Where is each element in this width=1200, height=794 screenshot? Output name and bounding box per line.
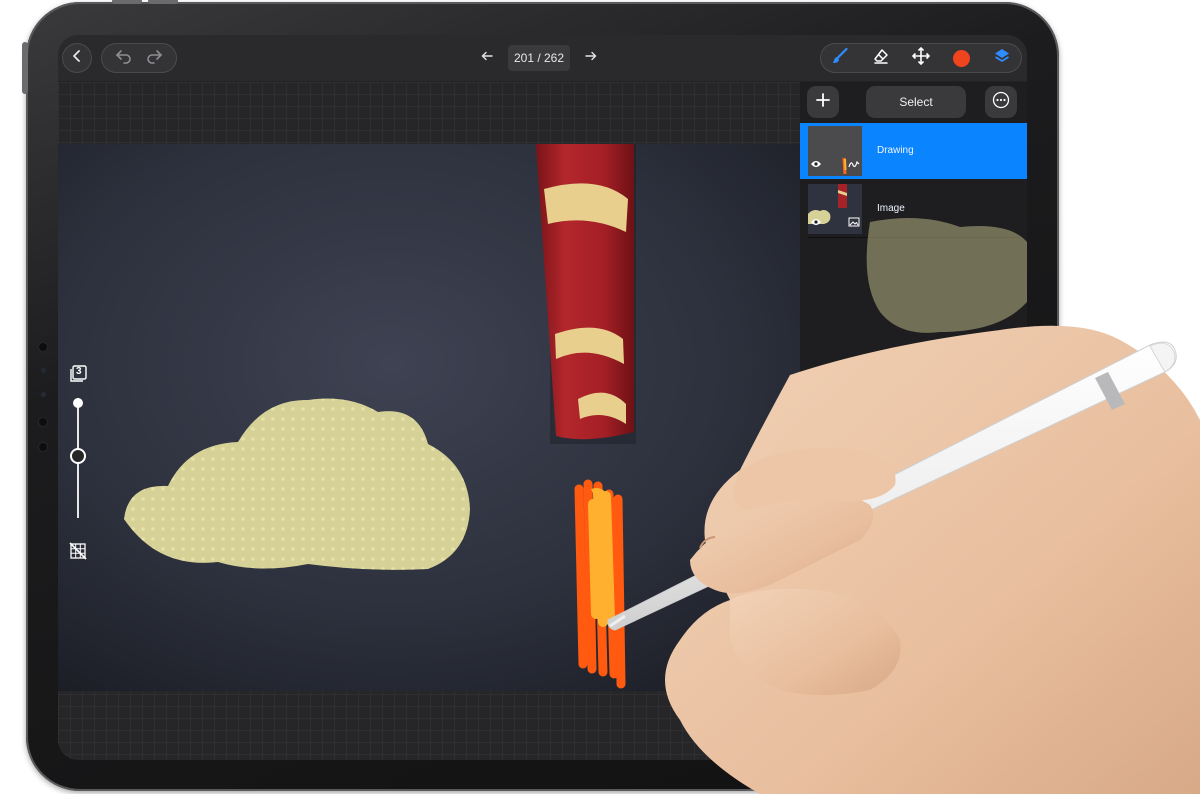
side-toolbar: 3: [58, 364, 94, 564]
canvas-workspace[interactable]: 3: [58, 82, 800, 760]
slider-thumb[interactable]: [70, 448, 86, 464]
camera-dot: [38, 342, 48, 352]
redo-button[interactable]: [139, 43, 169, 73]
previous-page-button[interactable]: [474, 45, 500, 71]
side-button: [22, 42, 28, 94]
brush-tool-button[interactable]: [825, 43, 855, 73]
undo-button[interactable]: [109, 43, 139, 73]
grid-off-icon: [69, 542, 87, 564]
layers-panel-header: Select: [800, 82, 1027, 122]
top-button: [112, 0, 142, 4]
artwork-image: [58, 144, 800, 691]
camera-dot: [38, 442, 48, 452]
canvas-artwork[interactable]: [58, 144, 800, 691]
more-options-button[interactable]: [985, 86, 1017, 118]
select-button[interactable]: Select: [866, 86, 966, 118]
brush-size-slider[interactable]: [70, 398, 86, 518]
brush-icon: [831, 47, 849, 70]
layer-row-drawing[interactable]: Drawing: [800, 123, 1027, 179]
ellipsis-circle-icon: [992, 91, 1010, 114]
layer-name: Drawing: [877, 145, 914, 156]
sensor-dot: [41, 368, 46, 373]
back-button[interactable]: [62, 43, 92, 73]
layers-panel: Select Drawing Image: [800, 82, 1027, 760]
color-picker-button[interactable]: [946, 43, 976, 73]
layer-count-button[interactable]: 3: [68, 364, 88, 384]
layers-icon: [993, 47, 1011, 70]
plus-icon: [816, 92, 830, 112]
tablet-device: 201 / 262 3 Select Drawing Image: [22, 0, 1059, 791]
move-tool-button[interactable]: [906, 43, 936, 73]
layer-count-badge: 3: [76, 366, 82, 377]
app-screen: 201 / 262 3 Select Drawing Image: [58, 35, 1027, 760]
panel-background-preview: [866, 218, 1027, 333]
arrow-right-icon: [585, 49, 597, 67]
tool-group: [820, 43, 1022, 73]
color-swatch: [952, 49, 970, 67]
redo-icon: [145, 48, 163, 69]
slider-top-knob[interactable]: [73, 398, 83, 408]
arrow-left-icon: [481, 49, 493, 67]
layers-button[interactable]: [987, 43, 1017, 73]
top-button: [148, 0, 178, 4]
undo-icon: [115, 48, 133, 69]
move-icon: [912, 46, 930, 70]
next-page-button[interactable]: [578, 45, 604, 71]
page-indicator[interactable]: 201 / 262: [508, 45, 570, 71]
chevron-left-icon: [70, 49, 84, 68]
eraser-tool-button[interactable]: [866, 43, 896, 73]
layer-thumbnail: [808, 126, 862, 176]
grid-toggle-button[interactable]: [69, 542, 87, 560]
undo-redo-group: [101, 43, 177, 73]
add-layer-button[interactable]: [807, 86, 839, 118]
eraser-icon: [872, 47, 890, 70]
brush-stroke-icon: [848, 156, 860, 174]
top-toolbar: 201 / 262: [58, 35, 1027, 82]
camera-dot: [38, 417, 48, 427]
sensor-dot: [41, 392, 46, 397]
eye-icon[interactable]: [810, 156, 822, 174]
